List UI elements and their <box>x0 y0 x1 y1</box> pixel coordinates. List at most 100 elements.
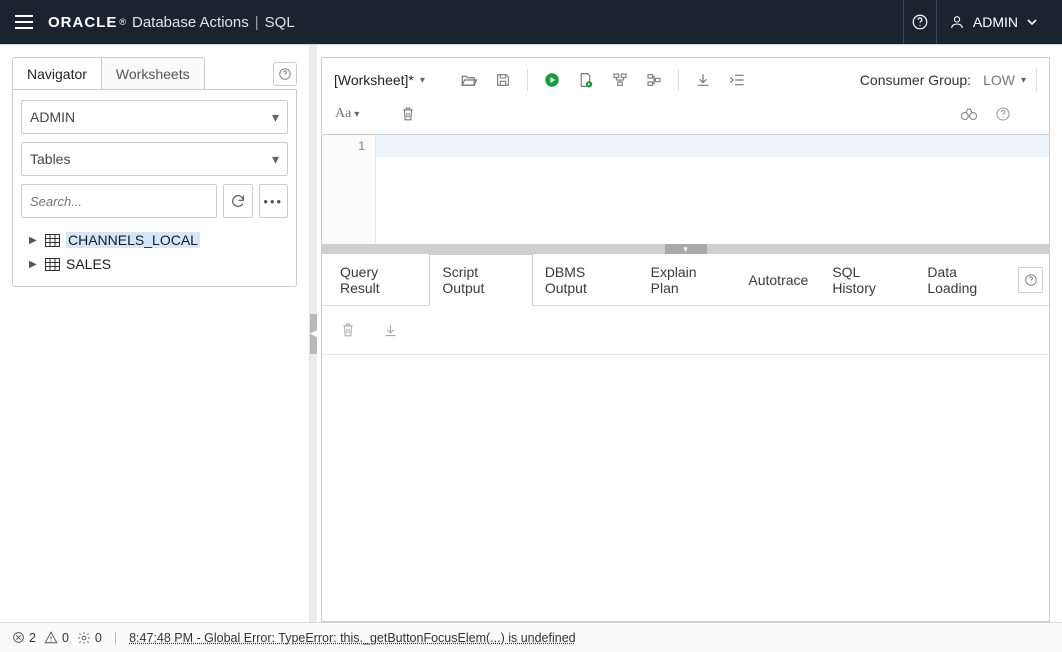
header-help-button[interactable] <box>903 0 937 44</box>
format-button[interactable] <box>723 66 751 94</box>
download-icon <box>383 323 398 338</box>
trademark: ® <box>119 17 126 27</box>
schema-search-input[interactable] <box>21 184 217 218</box>
object-type-dropdown[interactable]: Tables ▾ <box>21 142 288 176</box>
open-button[interactable] <box>455 66 483 94</box>
app-header: ORACLE ® Database Actions | SQL ADMIN <box>0 0 1062 44</box>
caret-down-icon: ▾ <box>272 151 279 168</box>
editor-column: [Worksheet]* ▾ <box>317 45 1062 622</box>
status-warnings-count: 0 <box>62 631 69 645</box>
schema-value: ADMIN <box>30 109 75 125</box>
status-processes-count: 0 <box>95 631 102 645</box>
autotrace-icon <box>646 72 662 88</box>
clear-output-button[interactable] <box>334 316 362 344</box>
table-icon <box>45 234 60 247</box>
tab-script-output[interactable]: Script Output <box>429 254 532 306</box>
clear-button[interactable] <box>394 100 422 128</box>
ellipsis-icon: ••• <box>263 194 283 209</box>
results-help-button[interactable] <box>1018 267 1043 293</box>
sidebar: Navigator Worksheets ADMIN ▾ Tables ▾ <box>0 45 310 622</box>
run-script-icon <box>577 71 594 89</box>
status-message[interactable]: 8:47:48 PM - Global Error: TypeError: th… <box>129 631 576 645</box>
consumer-group-dropdown[interactable]: LOW ▾ <box>983 72 1026 88</box>
tree-item-channels-local[interactable]: ▶ CHANNELS_LOCAL <box>27 228 288 252</box>
consumer-group-value: LOW <box>983 72 1015 88</box>
explain-plan-icon <box>612 72 628 88</box>
save-button[interactable] <box>489 66 517 94</box>
font-icon: Aa <box>335 106 351 122</box>
autotrace-button[interactable] <box>640 66 668 94</box>
results-tabs: Query Result Script Output DBMS Output E… <box>322 254 1049 306</box>
script-output-area <box>322 355 1049 621</box>
tree-item-sales[interactable]: ▶ SALES <box>27 252 288 276</box>
status-errors-count: 2 <box>29 631 36 645</box>
horizontal-split-handle[interactable]: ▾ <box>321 244 1050 254</box>
status-errors[interactable]: 2 <box>12 631 36 645</box>
expand-arrow-icon: ▶ <box>29 259 39 270</box>
explain-button[interactable] <box>606 66 634 94</box>
download-button[interactable] <box>689 66 717 94</box>
font-settings-button[interactable]: Aa ▾ <box>330 100 364 128</box>
tab-query-result[interactable]: Query Result <box>328 255 429 305</box>
schema-dropdown[interactable]: ADMIN ▾ <box>21 100 288 134</box>
run-statement-button[interactable] <box>538 66 566 94</box>
line-number: 1 <box>322 135 376 157</box>
status-bar: 2 0 0 | 8:47:48 PM - Global Error: TypeE… <box>0 622 1062 652</box>
expand-arrow-icon: ▶ <box>29 235 39 246</box>
find-button[interactable] <box>955 100 983 128</box>
hamburger-icon[interactable] <box>14 12 34 32</box>
main-area: Navigator Worksheets ADMIN ▾ Tables ▾ <box>0 44 1062 622</box>
tab-data-loading[interactable]: Data Loading <box>915 255 1018 305</box>
consumer-group-label: Consumer Group: <box>860 72 971 88</box>
sql-editor[interactable]: 1 <box>321 135 1050 245</box>
vertical-split-handle[interactable]: ◀ <box>310 45 317 622</box>
tab-dbms-output[interactable]: DBMS Output <box>533 255 639 305</box>
save-icon <box>495 72 511 88</box>
more-menu-button[interactable]: ••• <box>259 184 289 218</box>
header-separator: | <box>255 14 259 31</box>
status-separator: | <box>114 631 117 645</box>
caret-down-icon: ▾ <box>272 109 279 126</box>
trash-icon <box>401 106 415 122</box>
tab-explain-plan[interactable]: Explain Plan <box>639 255 737 305</box>
status-processes[interactable]: 0 <box>77 631 102 645</box>
user-menu[interactable]: ADMIN <box>937 0 1052 44</box>
caret-down-icon: ▾ <box>354 109 359 120</box>
tab-sql-history[interactable]: SQL History <box>820 255 915 305</box>
worksheet-selector[interactable]: [Worksheet]* ▾ <box>330 72 429 88</box>
brand-product: Database Actions <box>132 14 249 31</box>
tab-autotrace[interactable]: Autotrace <box>736 263 820 297</box>
error-icon <box>12 631 25 644</box>
download-output-button[interactable] <box>376 316 404 344</box>
download-icon <box>695 72 711 88</box>
trash-icon <box>341 322 355 338</box>
run-script-button[interactable] <box>572 66 600 94</box>
tab-worksheets[interactable]: Worksheets <box>102 58 204 90</box>
status-warnings[interactable]: 0 <box>44 631 69 645</box>
gear-icon <box>77 631 91 645</box>
play-circle-icon <box>543 71 561 89</box>
sidebar-help-button[interactable] <box>273 62 297 86</box>
caret-down-icon: ▾ <box>420 75 425 86</box>
object-tree: ▶ CHANNELS_LOCAL ▶ SALES <box>21 228 288 276</box>
object-type-value: Tables <box>30 151 70 167</box>
sidebar-tabs: Navigator Worksheets <box>12 57 205 90</box>
brand-logo: ORACLE <box>48 14 117 31</box>
editor-active-line[interactable] <box>376 135 1049 157</box>
collapse-down-icon: ▾ <box>665 244 707 254</box>
tab-navigator[interactable]: Navigator <box>13 58 102 90</box>
user-icon <box>949 14 965 30</box>
refresh-button[interactable] <box>223 184 253 218</box>
editor-help-button[interactable] <box>989 100 1017 128</box>
binoculars-icon <box>960 107 978 121</box>
warning-icon <box>44 631 58 644</box>
refresh-icon <box>230 193 246 209</box>
indent-icon <box>729 73 745 87</box>
tree-label: SALES <box>66 256 111 272</box>
worksheet-toolbar: [Worksheet]* ▾ <box>321 57 1050 135</box>
user-name: ADMIN <box>973 14 1018 30</box>
chevron-down-icon <box>1026 16 1038 28</box>
caret-down-icon: ▾ <box>1021 75 1026 86</box>
worksheet-name: [Worksheet]* <box>334 72 414 88</box>
editor-blank-area[interactable] <box>376 157 1049 244</box>
